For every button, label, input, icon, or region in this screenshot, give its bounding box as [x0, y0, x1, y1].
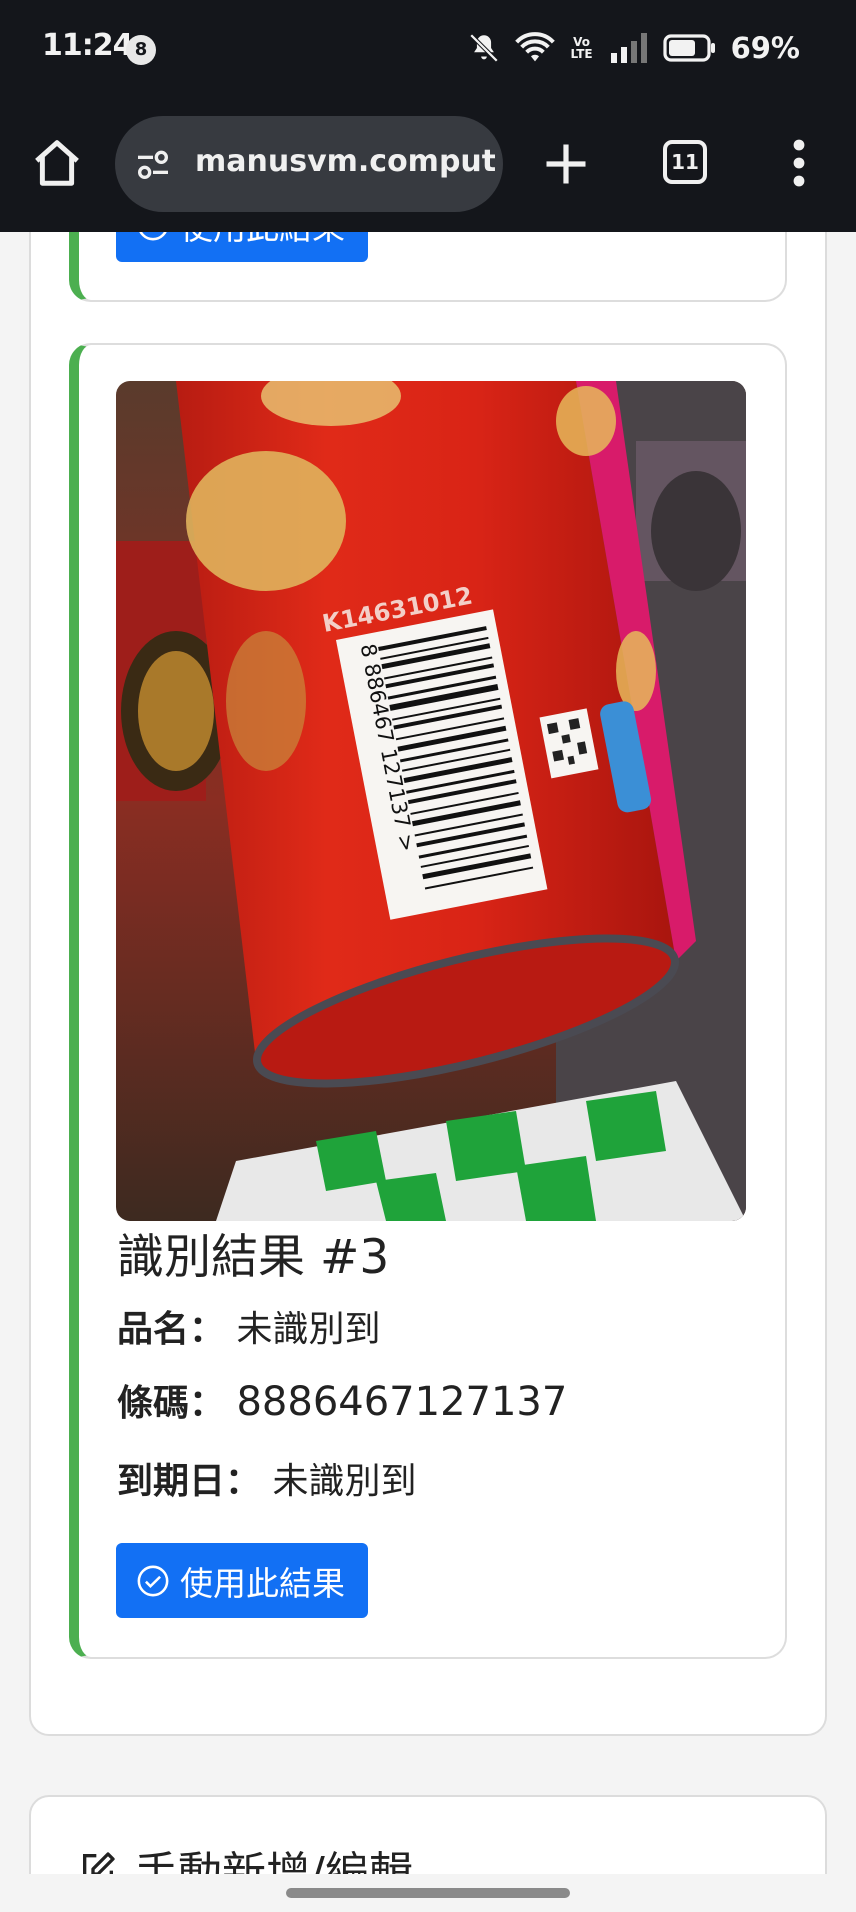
url-text[interactable]: manusvm.computer: [195, 144, 495, 179]
product-photo: K14631012 8 886467 127137 >: [116, 381, 746, 1221]
notification-badge: 8: [126, 35, 156, 65]
signal-icon: [610, 33, 647, 63]
home-gesture-handle[interactable]: [286, 1888, 570, 1898]
product-name-field: 品名： 未識別到: [117, 1300, 380, 1352]
status-icons: Vo LTE 69%: [467, 28, 800, 68]
plus-icon[interactable]: [540, 138, 592, 190]
status-time: 11:24: [42, 28, 133, 63]
product-name-label: 品名：: [117, 1309, 226, 1350]
battery-icon: [662, 34, 715, 62]
result-title: 識別結果 #3: [117, 1230, 390, 1285]
tabs-icon[interactable]: 11: [663, 140, 707, 184]
check-circle-icon: [137, 1565, 169, 1596]
menu-icon[interactable]: [786, 136, 812, 190]
use-result-button[interactable]: 使用此結果: [116, 1543, 368, 1618]
mute-icon: [469, 33, 498, 63]
status-bar: 11:24 8 Vo LTE 69%: [0, 0, 856, 96]
use-result-label: 使用此結果: [180, 1563, 345, 1603]
gesture-nav-bar: [0, 1874, 856, 1912]
expiry-date-value: 未識別到: [272, 1461, 417, 1502]
product-name-value: 未識別到: [236, 1309, 381, 1350]
expiry-date-field: 到期日： 未識別到: [117, 1452, 416, 1504]
barcode-field: 條碼： 8886467127137: [117, 1374, 567, 1426]
volte-icon: Vo LTE: [570, 35, 593, 61]
home-icon[interactable]: [30, 136, 84, 190]
site-settings-icon[interactable]: [133, 144, 173, 184]
expiry-date-label: 到期日：: [117, 1461, 262, 1502]
wifi-icon: [514, 32, 555, 62]
battery-percent: 69%: [730, 31, 800, 65]
browser-toolbar: manusvm.computer 11: [0, 96, 856, 232]
barcode-label: 條碼：: [117, 1383, 226, 1424]
barcode-value: 8886467127137: [236, 1379, 568, 1425]
address-bar[interactable]: manusvm.computer: [115, 116, 503, 212]
